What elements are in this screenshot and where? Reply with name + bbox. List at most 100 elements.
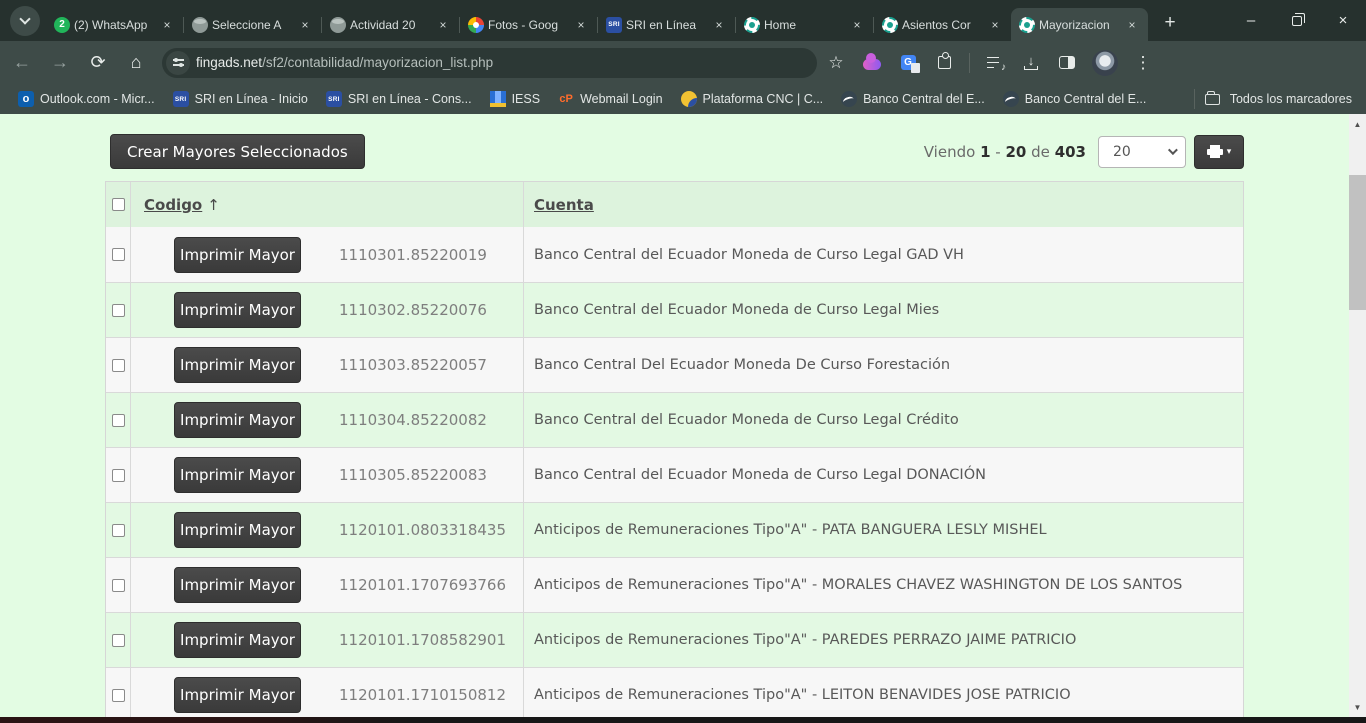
close-window-button[interactable]: × bbox=[1320, 0, 1366, 41]
print-button[interactable]: ▾ bbox=[1194, 135, 1244, 169]
bce-icon bbox=[1003, 91, 1019, 107]
scrollbar-thumb[interactable] bbox=[1349, 175, 1366, 310]
side-panel-icon[interactable] bbox=[1056, 52, 1078, 74]
cuenta-column-header[interactable]: Cuenta bbox=[534, 196, 594, 214]
cuenta-cell: Anticipos de Remuneraciones Tipo"A" - PA… bbox=[524, 613, 1243, 667]
tab-2[interactable]: Seleccione A × bbox=[184, 8, 321, 41]
tab-5[interactable]: SRISRI en Línea× bbox=[598, 8, 735, 41]
row-checkbox[interactable] bbox=[112, 689, 125, 702]
tab-close-icon[interactable]: × bbox=[159, 17, 175, 33]
tab-title: SRI en Línea bbox=[626, 18, 707, 32]
back-button[interactable]: ← bbox=[6, 47, 38, 79]
cuenta-value: Banco Central del Ecuador Moneda de Curs… bbox=[534, 467, 986, 483]
imprimir-mayor-button[interactable]: Imprimir Mayor bbox=[174, 402, 301, 438]
row-checkbox[interactable] bbox=[112, 359, 125, 372]
media-controls-icon[interactable]: ♪ bbox=[984, 52, 1006, 74]
imprimir-mayor-button[interactable]: Imprimir Mayor bbox=[174, 237, 301, 273]
imprimir-mayor-button[interactable]: Imprimir Mayor bbox=[174, 512, 301, 548]
toolbar-separator bbox=[969, 53, 970, 73]
tab-close-icon[interactable]: × bbox=[1124, 17, 1140, 33]
imprimir-mayor-button[interactable]: Imprimir Mayor bbox=[174, 622, 301, 658]
menu-kebab-icon[interactable]: ⋮ bbox=[1132, 52, 1154, 74]
row-checkbox[interactable] bbox=[112, 469, 125, 482]
tab-close-icon[interactable]: × bbox=[849, 17, 865, 33]
paging-cluster: Viendo 1 - 20 de 403 20 ▾ bbox=[924, 135, 1244, 169]
tab-title: Actividad 20 bbox=[350, 18, 431, 32]
bookmark-item-6[interactable]: Plataforma CNC | C... bbox=[681, 91, 824, 107]
imprimir-mayor-button[interactable]: Imprimir Mayor bbox=[174, 677, 301, 713]
reload-button[interactable]: ⟳ bbox=[82, 47, 114, 79]
create-mayores-button[interactable]: Crear Mayores Seleccionados bbox=[110, 134, 365, 169]
codigo-column-header[interactable]: Codigo bbox=[144, 196, 202, 214]
page-size-select[interactable]: 20 bbox=[1098, 136, 1186, 168]
table-row: Imprimir Mayor1110301.85220019Banco Cent… bbox=[106, 227, 1243, 282]
row-checkbox[interactable] bbox=[112, 634, 125, 647]
bookmark-star-icon[interactable]: ☆ bbox=[825, 52, 847, 74]
row-checkbox[interactable] bbox=[112, 304, 125, 317]
row-checkbox-cell bbox=[106, 448, 131, 502]
imprimir-mayor-button[interactable]: Imprimir Mayor bbox=[174, 567, 301, 603]
extensions-puzzle-icon[interactable] bbox=[933, 52, 955, 74]
bookmark-item-7[interactable]: Banco Central del E... bbox=[841, 91, 985, 107]
address-bar[interactable]: fingads.net/sf2/contabilidad/mayorizacio… bbox=[162, 48, 817, 78]
translate-icon[interactable]: G bbox=[897, 52, 919, 74]
bookmark-item-4[interactable]: IESS bbox=[490, 91, 541, 107]
imprimir-mayor-button[interactable]: Imprimir Mayor bbox=[174, 292, 301, 328]
codigo-value: 1110301.85220019 bbox=[339, 246, 487, 264]
fingads-icon bbox=[744, 17, 760, 33]
codigo-cell: Imprimir Mayor1120101.0803318435 bbox=[131, 503, 524, 557]
bookmark-items: oOutlook.com - Micr... SRISRI en Línea - … bbox=[0, 91, 1146, 107]
tab-search-button[interactable] bbox=[10, 6, 40, 36]
row-checkbox[interactable] bbox=[112, 524, 125, 537]
bookmark-label: Banco Central del E... bbox=[1025, 92, 1147, 106]
maximize-button[interactable] bbox=[1274, 0, 1320, 41]
downloads-icon[interactable]: ↓ bbox=[1020, 52, 1042, 74]
tab-1[interactable]: 2(2) WhatsApp× bbox=[46, 8, 183, 41]
row-checkbox[interactable] bbox=[112, 248, 125, 261]
profile-avatar[interactable] bbox=[1092, 50, 1118, 76]
cnc-icon bbox=[681, 91, 697, 107]
site-info-icon[interactable] bbox=[166, 51, 190, 75]
imprimir-mayor-button[interactable]: Imprimir Mayor bbox=[174, 457, 301, 493]
tab-close-icon[interactable]: × bbox=[435, 17, 451, 33]
row-checkbox[interactable] bbox=[112, 414, 125, 427]
bce-icon bbox=[841, 91, 857, 107]
tab-active-8[interactable]: Mayorizacion× bbox=[1011, 8, 1148, 41]
cuenta-value: Banco Central del Ecuador Moneda de Curs… bbox=[534, 302, 939, 318]
scroll-up-arrow[interactable]: ▲ bbox=[1349, 116, 1366, 132]
tab-close-icon[interactable]: × bbox=[711, 17, 727, 33]
tab-6[interactable]: Home× bbox=[736, 8, 873, 41]
minimize-button[interactable]: – bbox=[1228, 0, 1274, 41]
table-header-row: Codigo ↑ Cuenta bbox=[106, 182, 1243, 227]
codigo-value: 1120101.1710150812 bbox=[339, 686, 506, 704]
bookmark-label: SRI en Línea - Cons... bbox=[348, 92, 472, 106]
bookmark-item-1[interactable]: oOutlook.com - Micr... bbox=[18, 91, 155, 107]
mayorizacion-table: Codigo ↑ Cuenta Imprimir Mayor 1110301.85… bbox=[105, 181, 1244, 717]
tab-close-icon[interactable]: × bbox=[573, 17, 589, 33]
tab-title: Seleccione A bbox=[212, 18, 293, 32]
bookmarks-bar: oOutlook.com - Micr... SRISRI en Línea - … bbox=[0, 84, 1366, 114]
scroll-down-arrow[interactable]: ▼ bbox=[1349, 699, 1366, 715]
tab-4[interactable]: Fotos - Goog× bbox=[460, 8, 597, 41]
cuenta-cell: Anticipos de Remuneraciones Tipo"A" - MO… bbox=[524, 558, 1243, 612]
imprimir-mayor-button[interactable]: Imprimir Mayor bbox=[174, 347, 301, 383]
row-checkbox-cell bbox=[106, 503, 131, 557]
bookmark-item-8[interactable]: Banco Central del E... bbox=[1003, 91, 1147, 107]
new-tab-button[interactable]: + bbox=[1156, 9, 1184, 37]
tab-7[interactable]: Asientos Cor× bbox=[874, 8, 1011, 41]
vertical-scrollbar[interactable]: ▲ ▼ bbox=[1349, 114, 1366, 717]
bookmark-item-2[interactable]: SRISRI en Línea - Inicio bbox=[173, 91, 308, 107]
tab-close-icon[interactable]: × bbox=[297, 17, 313, 33]
row-checkbox[interactable] bbox=[112, 579, 125, 592]
codigo-value: 1110302.85220076 bbox=[339, 301, 487, 319]
select-all-checkbox[interactable] bbox=[112, 198, 125, 211]
forward-button[interactable]: → bbox=[44, 47, 76, 79]
tab-3[interactable]: Actividad 20 × bbox=[322, 8, 459, 41]
bookmark-item-3[interactable]: SRISRI en Línea - Cons... bbox=[326, 91, 472, 107]
bookmark-item-5[interactable]: cPWebmail Login bbox=[558, 91, 662, 107]
home-button[interactable]: ⌂ bbox=[120, 47, 152, 79]
all-bookmarks-label[interactable]: Todos los marcadores bbox=[1230, 92, 1352, 106]
tab-close-icon[interactable]: × bbox=[987, 17, 1003, 33]
cloud-extension-icon[interactable] bbox=[861, 52, 883, 74]
codigo-cell: Imprimir Mayor1110305.85220083 bbox=[131, 448, 524, 502]
